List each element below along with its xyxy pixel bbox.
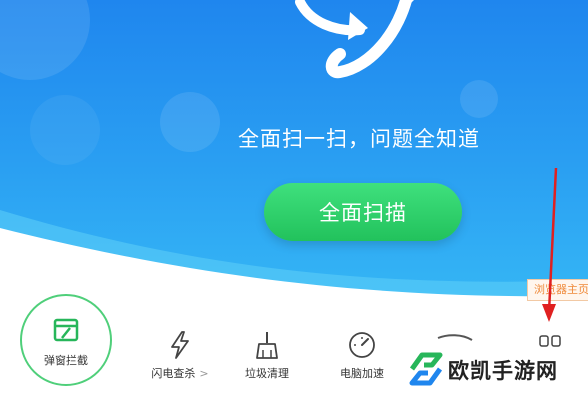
- site-watermark: 欧凯手游网: [406, 347, 588, 392]
- watermark-text: 欧凯手游网: [448, 359, 558, 383]
- broom-icon: [256, 332, 278, 359]
- junk-clean-label: 垃圾清理: [245, 367, 289, 380]
- popup-block-label: 弹窗拦截: [44, 354, 88, 367]
- junk-clean-button[interactable]: 垃圾清理: [227, 330, 307, 390]
- popup-window-icon: [53, 318, 79, 342]
- lightning-scan-button[interactable]: 闪电查杀 >: [140, 330, 220, 390]
- pc-speedup-label: 电脑加速: [340, 367, 384, 380]
- speedometer-icon: [349, 332, 375, 358]
- lightning-icon: [171, 331, 189, 359]
- expand-chevron[interactable]: >: [199, 367, 208, 380]
- watermark-logo-icon: [409, 352, 443, 386]
- browser-homepage-tag[interactable]: 浏览器主页: [527, 279, 588, 301]
- popup-block-button[interactable]: 弹窗拦截: [20, 294, 112, 386]
- pc-speedup-button[interactable]: 电脑加速: [322, 330, 402, 390]
- lightning-scan-label: 闪电查杀: [151, 367, 196, 380]
